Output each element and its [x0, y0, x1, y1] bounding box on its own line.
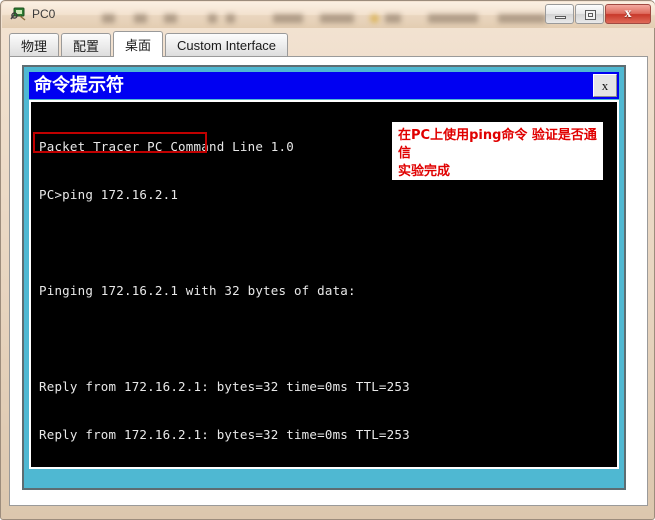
maximize-button[interactable] [575, 4, 604, 24]
close-button[interactable]: x [605, 4, 651, 24]
command-prompt-close-button[interactable]: x [593, 74, 617, 97]
maximize-icon [585, 10, 596, 20]
window-title: PC0 [32, 7, 56, 21]
console-line: Pinging 172.16.2.1 with 32 bytes of data… [39, 283, 356, 298]
minimize-icon [555, 16, 566, 19]
pc0-application-window: PC0 x 物理 配置 桌面 Custom Interface 命令提示符 x [0, 0, 655, 520]
desktop-content-panel: 命令提示符 x Packet Tracer PC Command Line 1.… [9, 56, 648, 506]
console-line: Reply from 172.16.2.1: bytes=32 time=0ms… [39, 379, 410, 394]
close-icon: x [601, 77, 609, 93]
command-prompt-titlebar: 命令提示符 x [29, 72, 619, 99]
tab-custom-interface[interactable]: Custom Interface [165, 33, 289, 57]
console-line: Reply from 172.16.2.1: bytes=32 time=0ms… [39, 427, 410, 442]
command-prompt-title: 命令提示符 [34, 75, 124, 96]
device-tabs: 物理 配置 桌面 Custom Interface [9, 31, 648, 57]
command-prompt-frame: 命令提示符 x Packet Tracer PC Command Line 1.… [22, 65, 626, 490]
window-titlebar: PC0 x [2, 2, 655, 28]
close-icon: x [624, 6, 632, 21]
command-prompt-console[interactable]: Packet Tracer PC Command Line 1.0 PC>pin… [29, 100, 619, 469]
annotation-note: 在PC上使用ping命令 验证是否通信 实验完成 [392, 122, 603, 180]
minimize-button[interactable] [545, 4, 574, 24]
tab-config[interactable]: 配置 [61, 33, 112, 57]
annotation-text: 在PC上使用ping命令 验证是否通信 实验完成 [398, 128, 597, 179]
titlebar-background-blur [98, 2, 548, 28]
console-line-ping-command: PC>ping 172.16.2.1 [39, 187, 179, 202]
tab-desktop[interactable]: 桌面 [113, 31, 164, 57]
window-controls: x [544, 4, 651, 25]
packet-tracer-device-icon [10, 7, 26, 21]
tab-physical[interactable]: 物理 [9, 33, 60, 57]
